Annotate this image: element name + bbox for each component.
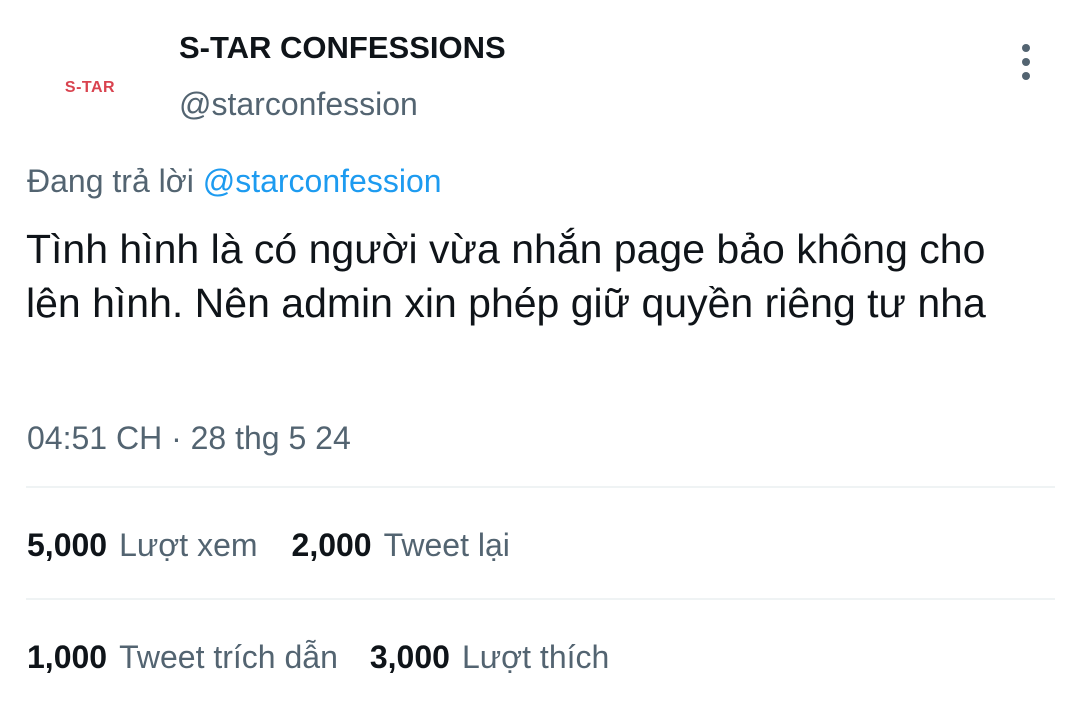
avatar-logo-text: S-TAR: [64, 79, 116, 96]
retweets-label: Tweet lại: [383, 527, 510, 563]
retweets-count: 2,000: [291, 527, 372, 563]
replying-to-label: Đang trả lời: [27, 163, 194, 199]
avatar[interactable]: S-TAR: [28, 36, 152, 140]
more-dot: [1022, 72, 1030, 80]
author-display-name[interactable]: S-TAR CONFESSIONS: [179, 30, 506, 66]
views-label: Lượt xem: [119, 527, 258, 563]
quotes-label: Tweet trích dẫn: [119, 639, 338, 675]
more-dot: [1022, 58, 1030, 66]
divider: [26, 598, 1055, 600]
tweet-timestamp[interactable]: 04:51 CH · 28 thg 5 24: [27, 420, 351, 457]
likes-label: Lượt thích: [461, 639, 610, 675]
more-options-icon[interactable]: [1004, 40, 1048, 84]
tweet-text: Tình hình là có người vừa nhắn page bảo …: [26, 226, 986, 326]
likes-stat[interactable]: 3,000 Lượt thích: [370, 639, 609, 676]
quotes-stat[interactable]: 1,000 Tweet trích dẫn: [27, 639, 338, 676]
stats-row-quotes-likes: 1,000 Tweet trích dẫn 3,000 Lượt thích: [27, 639, 609, 676]
author-handle[interactable]: @starconfession: [179, 86, 418, 123]
views-count: 5,000: [27, 527, 108, 563]
stats-row-views-retweets: 5,000 Lượt xem 2,000 Tweet lại: [27, 527, 510, 564]
replying-to: Đang trả lời @starconfession: [27, 163, 442, 200]
more-dot: [1022, 44, 1030, 52]
views-stat[interactable]: 5,000 Lượt xem: [27, 527, 258, 564]
replying-to-mention[interactable]: @starconfession: [203, 163, 442, 199]
retweets-stat[interactable]: 2,000 Tweet lại: [292, 527, 510, 564]
likes-count: 3,000: [369, 639, 450, 675]
divider: [26, 486, 1055, 488]
quotes-count: 1,000: [27, 639, 108, 675]
